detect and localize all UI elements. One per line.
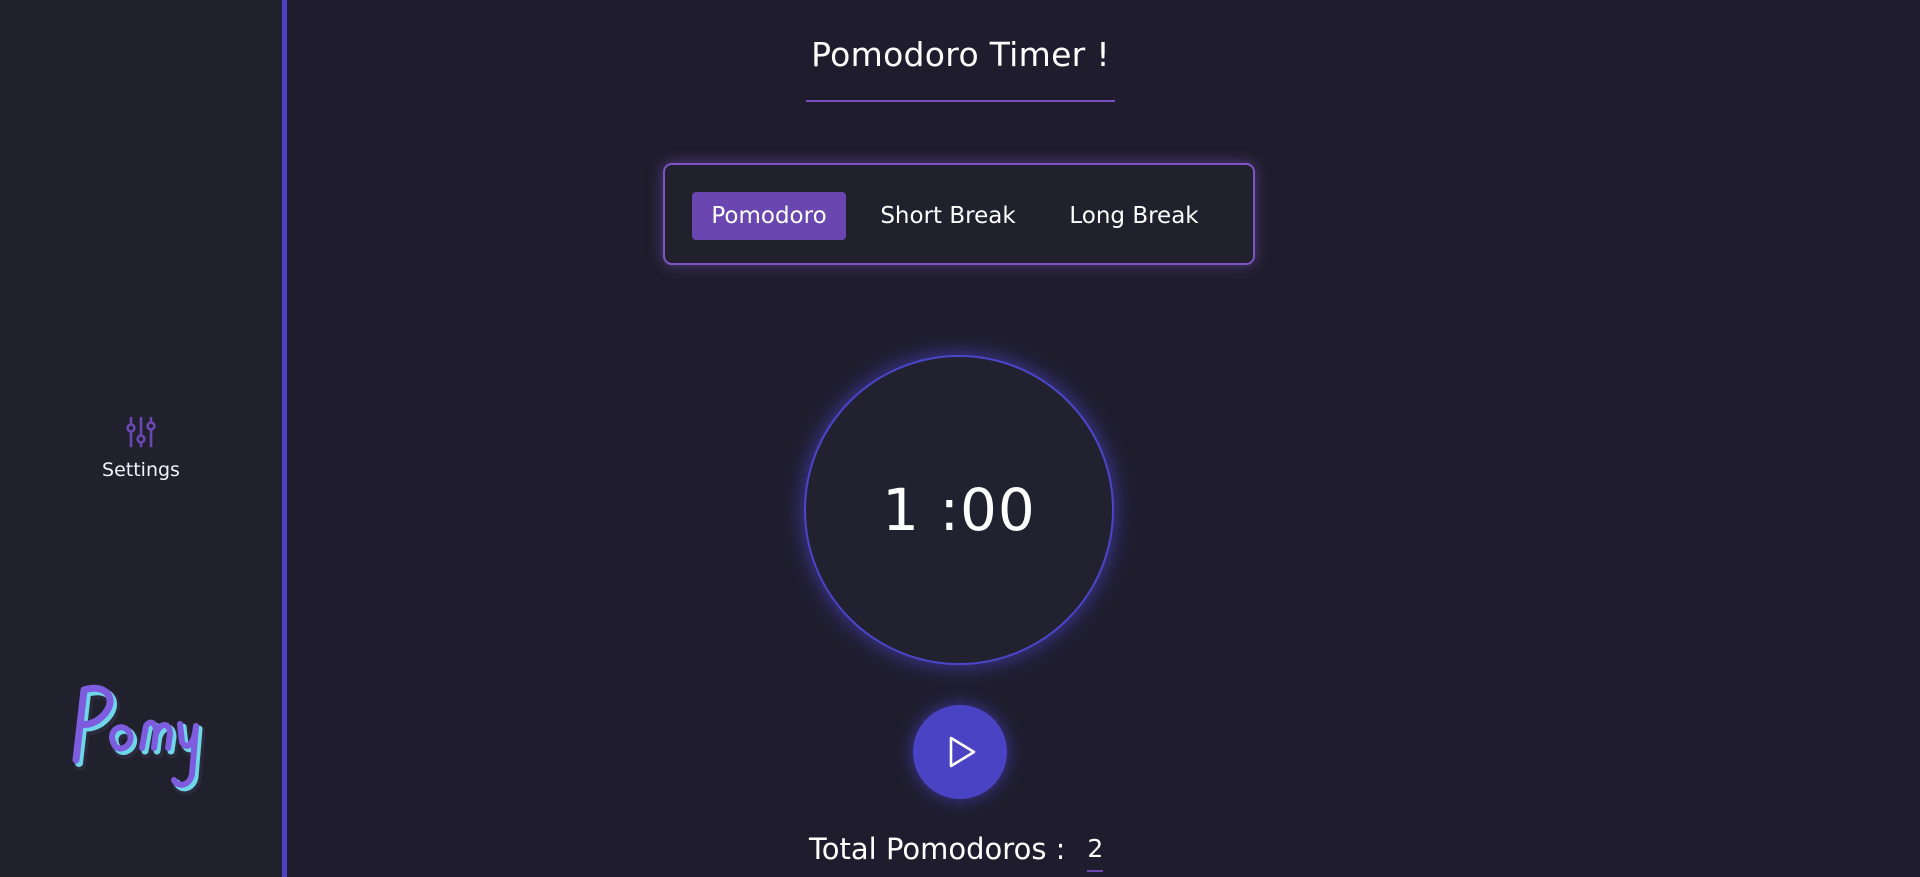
tab-long-break[interactable]: Long Break <box>1059 192 1209 240</box>
total-pomodoros-count: 2 <box>1087 828 1104 872</box>
settings-nav-item[interactable]: Settings <box>0 415 282 481</box>
play-button[interactable] <box>913 705 1007 799</box>
timer-countdown: 1 :00 <box>882 476 1036 544</box>
pomy-logo <box>72 684 206 796</box>
pomodoro-app: Settings Pomodoro Timer ! Pomodoro Short… <box>0 0 1920 877</box>
total-pomodoros-label: Total Pomodoros : <box>809 832 1066 866</box>
page-title: Pomodoro Timer ! <box>811 35 1110 74</box>
sidebar: Settings <box>0 0 282 877</box>
total-pomodoros: Total Pomodoros : 2 <box>809 828 1104 872</box>
timer-display: 1 :00 <box>804 355 1114 665</box>
main-content: Pomodoro Timer ! Pomodoro Short Break Lo… <box>287 0 1920 877</box>
play-icon <box>949 736 976 768</box>
tab-short-break[interactable]: Short Break <box>873 192 1023 240</box>
tab-pomodoro[interactable]: Pomodoro <box>692 192 846 240</box>
mode-selector: Pomodoro Short Break Long Break <box>663 163 1255 265</box>
title-container: Pomodoro Timer ! <box>806 30 1115 102</box>
settings-label: Settings <box>102 459 180 481</box>
sliders-icon <box>126 416 156 448</box>
